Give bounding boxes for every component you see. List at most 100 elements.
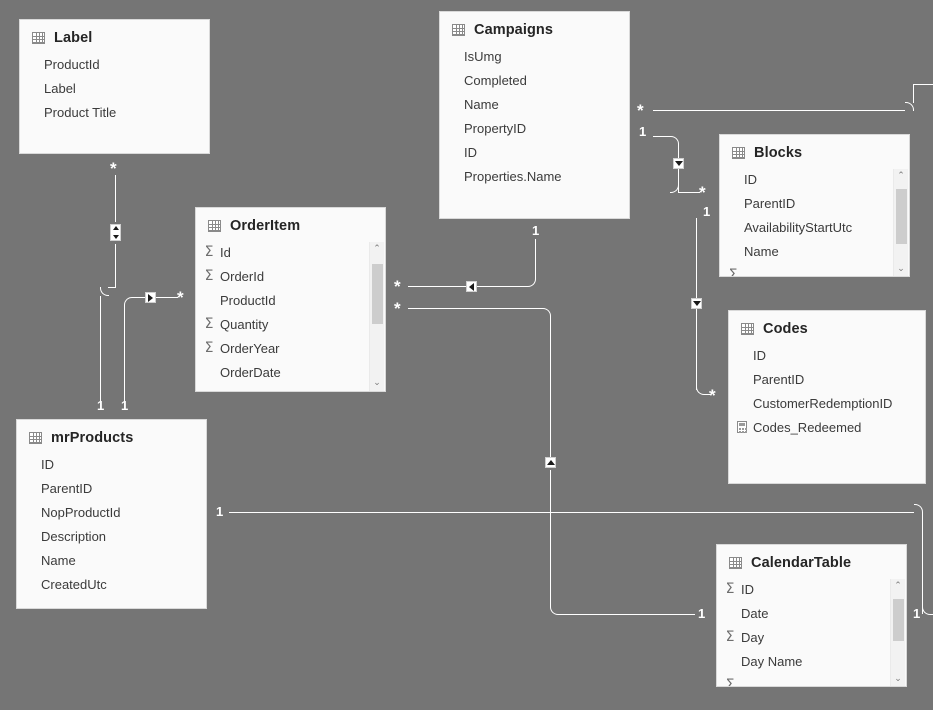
field-row-partial[interactable]: Σ (717, 673, 906, 686)
table-card-campaigns[interactable]: Campaigns IsUmg Completed Name PropertyI… (439, 11, 630, 219)
rel-label-mrproducts-seg-mid (115, 244, 116, 287)
field-row[interactable]: Date (717, 601, 906, 625)
scroll-down-icon[interactable]: ⌄ (894, 262, 908, 276)
table-title: Label (54, 30, 93, 46)
scroll-up-icon[interactable]: ⌃ (891, 579, 905, 594)
table-header-label: Label (20, 20, 209, 52)
rel-mrproducts-calendar-one-marker-right: 1 (913, 606, 921, 621)
field-label: ParentID (41, 480, 93, 496)
field-row[interactable]: IsUmg (440, 44, 629, 68)
field-icon-sigma: Σ (204, 244, 214, 260)
field-label: AvailabilityStartUtc (744, 219, 853, 235)
scroll-down-icon[interactable]: ⌄ (370, 376, 384, 391)
rel-campaigns-offscreen-seg-h2 (913, 84, 933, 85)
field-row[interactable]: Σ Quantity (196, 312, 385, 336)
field-row[interactable]: ProductId (20, 52, 209, 76)
field-label: Completed (464, 72, 527, 88)
table-card-calendartable[interactable]: CalendarTable Σ ID Date Σ Day Day Name Σ (716, 544, 907, 687)
field-row[interactable]: Properties.Name (440, 164, 629, 188)
rel-label-mrproducts-bidirectional-arrow[interactable] (110, 224, 121, 241)
table-card-orderitem[interactable]: OrderItem Σ Id Σ OrderId ProductId Σ Qua… (195, 207, 386, 392)
scroll-up-icon[interactable]: ⌃ (370, 242, 384, 257)
rel-campaigns-offscreen-seg-v (913, 84, 914, 103)
table-title: Campaigns (474, 22, 554, 38)
field-row[interactable]: ID (720, 167, 909, 191)
rel-orderitem-campaigns-seg-v (535, 239, 536, 279)
field-row[interactable]: PropertyID (440, 116, 629, 140)
rel-label-mrproducts-seg-h (108, 287, 116, 288)
field-row[interactable]: Day Name (717, 649, 906, 673)
field-row[interactable]: CreatedUtc (17, 572, 206, 596)
field-row[interactable]: ParentID (720, 191, 909, 215)
table-card-codes[interactable]: Codes ID ParentID CustomerRedemptionID C… (728, 310, 926, 484)
rel-label-mrproducts-one-marker: 1 (97, 398, 105, 413)
field-icon-sigma: Σ (204, 316, 214, 332)
field-row[interactable]: Σ OrderId (196, 264, 385, 288)
field-label: ID (41, 456, 54, 472)
field-icon-sigma: Σ (725, 629, 735, 645)
field-row[interactable]: AvailabilityStartUtc (720, 215, 909, 239)
field-row[interactable]: Description (17, 524, 206, 548)
table-title: Blocks (754, 145, 803, 161)
rel-orderitem-calendar-many-marker: * (394, 299, 401, 318)
field-row[interactable]: Codes_Redeemed (729, 415, 925, 439)
field-label: PropertyID (464, 120, 527, 136)
field-label: Name (744, 243, 779, 259)
field-list-label: ProductId Label Product Title (20, 52, 209, 124)
field-row[interactable]: ParentID (729, 367, 925, 391)
rel-campaigns-blocks-seg-h2 (678, 192, 700, 193)
field-label: Description (41, 528, 107, 544)
field-label: Codes_Redeemed (753, 419, 862, 435)
field-row[interactable]: ID (729, 343, 925, 367)
field-row[interactable]: Name (720, 239, 909, 263)
field-row[interactable]: ID (440, 140, 629, 164)
table-card-mrproducts[interactable]: mrProducts ID ParentID NopProductId Desc… (16, 419, 207, 609)
table-title: mrProducts (51, 430, 134, 446)
rel-orderitem-calendar-seg-v2 (550, 470, 551, 606)
field-row[interactable]: Name (440, 92, 629, 116)
field-label: ID (744, 171, 757, 187)
table-card-label[interactable]: Label ProductId Label Product Title (19, 19, 210, 154)
table-card-blocks[interactable]: Blocks ID ParentID AvailabilityStartUtc … (719, 134, 910, 277)
field-row[interactable]: OrderDate (196, 360, 385, 384)
field-row[interactable]: CustomerRedemptionID (729, 391, 925, 415)
field-row[interactable]: Product Title (20, 100, 209, 124)
field-row[interactable]: ParentID (17, 476, 206, 500)
field-row[interactable]: Σ ID (717, 577, 906, 601)
rel-campaigns-blocks-direction-arrow[interactable] (673, 158, 684, 169)
rel-orderitem-mrproducts-direction-arrow[interactable] (145, 292, 156, 303)
field-label: ID (741, 581, 754, 597)
rel-blocks-codes-direction-arrow[interactable] (691, 298, 702, 309)
rel-orderitem-calendar-seg-h1 (408, 308, 542, 309)
rel-label-mrproducts-elbow (100, 287, 109, 296)
scroll-thumb[interactable] (372, 264, 383, 324)
data-model-canvas[interactable]: * 1 * 1 * 1 * 1 * 1 * 1 * 1 1 Label Prod… (0, 0, 933, 710)
field-row[interactable]: ID (17, 452, 206, 476)
scrollbar-blocks[interactable]: ⌃ ⌄ (893, 169, 908, 276)
field-row[interactable]: Label (20, 76, 209, 100)
scroll-up-icon[interactable]: ⌃ (894, 169, 908, 184)
field-row[interactable]: Σ OrderYear (196, 336, 385, 360)
rel-campaigns-offscreen-many-marker: * (637, 101, 644, 120)
scroll-down-icon[interactable]: ⌄ (891, 672, 905, 686)
field-label: OrderYear (220, 340, 280, 356)
rel-orderitem-campaigns-direction-arrow[interactable] (466, 281, 477, 292)
field-row[interactable]: NopProductId (17, 500, 206, 524)
field-row[interactable]: Completed (440, 68, 629, 92)
field-row[interactable]: Σ Day (717, 625, 906, 649)
rel-orderitem-mrproducts-elbow (124, 297, 133, 306)
field-row-partial[interactable]: Σ (720, 263, 909, 276)
rel-orderitem-calendar-direction-arrow[interactable] (545, 457, 556, 468)
table-header-mrproducts: mrProducts (17, 420, 206, 452)
field-row[interactable]: Name (17, 548, 206, 572)
field-row[interactable]: ProductId (196, 288, 385, 312)
scrollbar-calendartable[interactable]: ⌃ ⌄ (890, 579, 905, 686)
scroll-thumb[interactable] (896, 189, 907, 244)
field-label: Label (44, 80, 76, 96)
scroll-thumb[interactable] (893, 599, 904, 641)
field-row[interactable]: Σ Id (196, 240, 385, 264)
rel-orderitem-campaigns-one-marker: 1 (532, 223, 540, 238)
field-label: OrderDate (220, 364, 281, 380)
table-grid-icon (729, 557, 742, 569)
scrollbar-orderitem[interactable]: ⌃ ⌄ (369, 242, 384, 391)
